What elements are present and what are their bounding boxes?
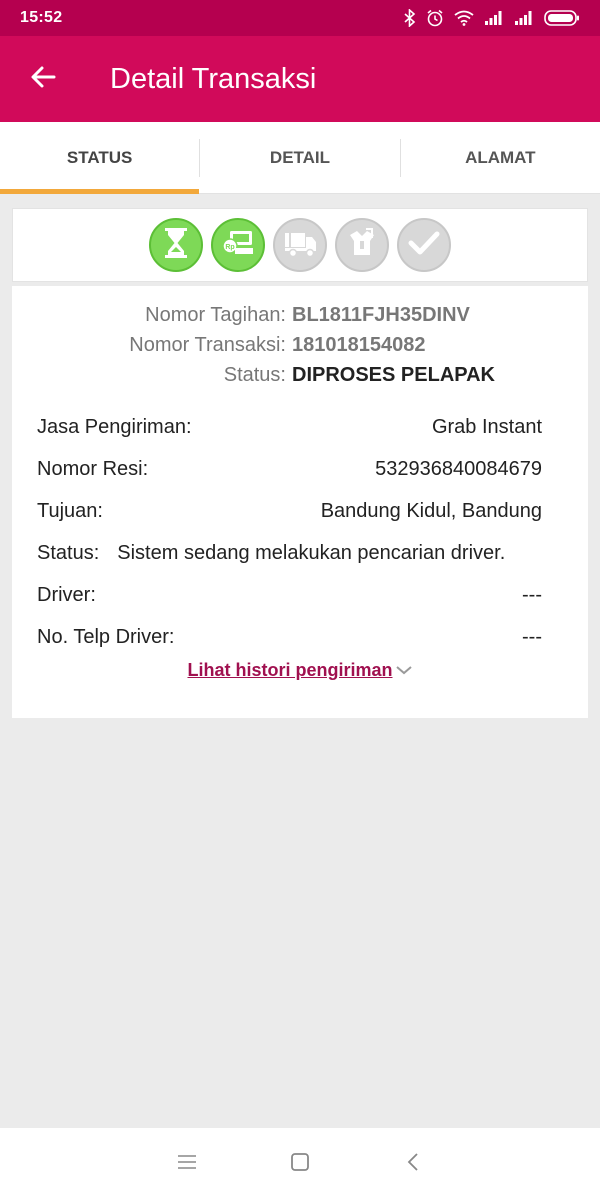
shipping-status-row: Status: Sistem sedang melakukan pencaria… bbox=[37, 532, 542, 574]
driver-phone-label: No. Telp Driver: bbox=[37, 625, 175, 648]
driver-phone-row: No. Telp Driver: --- bbox=[37, 616, 542, 658]
signal-icon bbox=[514, 10, 534, 26]
payment-icon: Rp bbox=[221, 228, 255, 263]
menu-icon bbox=[176, 1153, 198, 1176]
wifi-icon bbox=[454, 10, 474, 26]
step-complete bbox=[397, 218, 451, 272]
home-button[interactable] bbox=[280, 1144, 320, 1184]
check-icon bbox=[408, 229, 440, 262]
status-value: DIPROSES PELAPAK bbox=[292, 363, 495, 386]
receipt-row: Nomor Resi: 532936840084679 bbox=[37, 448, 542, 490]
driver-row: Driver: --- bbox=[37, 574, 542, 616]
arrow-left-icon bbox=[29, 63, 57, 96]
bluetooth-icon bbox=[404, 9, 416, 27]
package-icon bbox=[346, 227, 378, 264]
back-nav-button[interactable] bbox=[393, 1144, 433, 1184]
transaction-summary: Nomor Tagihan: BL1811FJH35DINV Nomor Tra… bbox=[12, 300, 588, 390]
step-received bbox=[335, 218, 389, 272]
courier-value: Grab Instant bbox=[431, 415, 542, 438]
progress-steps: Rp bbox=[12, 208, 588, 282]
step-shipping bbox=[273, 218, 327, 272]
transaction-info-card: Nomor Tagihan: BL1811FJH35DINV Nomor Tra… bbox=[12, 286, 588, 718]
transaction-row: Nomor Transaksi: 181018154082 bbox=[12, 330, 588, 360]
square-icon bbox=[289, 1151, 311, 1178]
alarm-icon bbox=[426, 9, 444, 27]
battery-icon bbox=[544, 10, 580, 26]
back-button[interactable] bbox=[0, 36, 86, 122]
chevron-left-icon bbox=[405, 1151, 421, 1178]
destination-value: Bandung Kidul, Bandung bbox=[320, 499, 542, 522]
driver-phone-value: --- bbox=[522, 625, 542, 648]
status-label: Status: bbox=[223, 363, 286, 386]
hourglass-icon bbox=[161, 226, 191, 265]
invoice-row: Nomor Tagihan: BL1811FJH35DINV bbox=[12, 300, 588, 330]
status-time: 15:52 bbox=[20, 9, 63, 26]
shipping-status-value: Sistem sedang melakukan pencarian driver… bbox=[117, 541, 506, 564]
destination-label: Tujuan: bbox=[37, 499, 103, 522]
system-nav-bar bbox=[0, 1128, 600, 1200]
destination-row: Tujuan: Bandung Kidul, Bandung bbox=[37, 490, 542, 532]
courier-label: Jasa Pengiriman: bbox=[37, 415, 192, 438]
step-payment: Rp bbox=[211, 218, 265, 272]
invoice-label: Nomor Tagihan: bbox=[145, 303, 286, 326]
driver-value: --- bbox=[522, 583, 542, 606]
shipping-history-label: Lihat histori pengiriman bbox=[187, 660, 393, 680]
status-row: Status: DIPROSES PELAPAK bbox=[12, 360, 588, 390]
chevron-down-icon bbox=[393, 660, 413, 681]
status-bar: 15:52 bbox=[0, 0, 600, 36]
svg-text:Rp: Rp bbox=[225, 244, 234, 251]
tab-detail[interactable]: DETAIL bbox=[200, 122, 399, 193]
screen: 15:52 Detail Transaksi STATUS DETAIL ALA… bbox=[0, 0, 600, 1200]
transaction-number: 181018154082 bbox=[292, 333, 426, 356]
page-title: Detail Transaksi bbox=[110, 62, 317, 95]
app-bar: Detail Transaksi bbox=[0, 36, 600, 122]
shipping-status-label: Status: bbox=[37, 541, 100, 564]
shipping-details: Jasa Pengiriman: Grab Instant Nomor Resi… bbox=[37, 406, 542, 658]
invoice-number: BL1811FJH35DINV bbox=[292, 303, 470, 326]
receipt-value: 532936840084679 bbox=[375, 457, 542, 480]
menu-button[interactable] bbox=[167, 1144, 207, 1184]
courier-row: Jasa Pengiriman: Grab Instant bbox=[37, 406, 542, 448]
driver-label: Driver: bbox=[37, 583, 96, 606]
shipping-history-link[interactable]: Lihat histori pengiriman bbox=[12, 660, 588, 681]
tab-bar: STATUS DETAIL ALAMAT bbox=[0, 122, 600, 194]
receipt-label: Nomor Resi: bbox=[37, 457, 149, 480]
step-waiting bbox=[149, 218, 203, 272]
signal-icon bbox=[484, 10, 504, 26]
tab-status[interactable]: STATUS bbox=[0, 122, 200, 194]
status-icons bbox=[404, 9, 580, 27]
tab-alamat[interactable]: ALAMAT bbox=[401, 122, 600, 193]
transaction-label: Nomor Transaksi: bbox=[129, 333, 286, 356]
truck-icon bbox=[283, 229, 317, 262]
